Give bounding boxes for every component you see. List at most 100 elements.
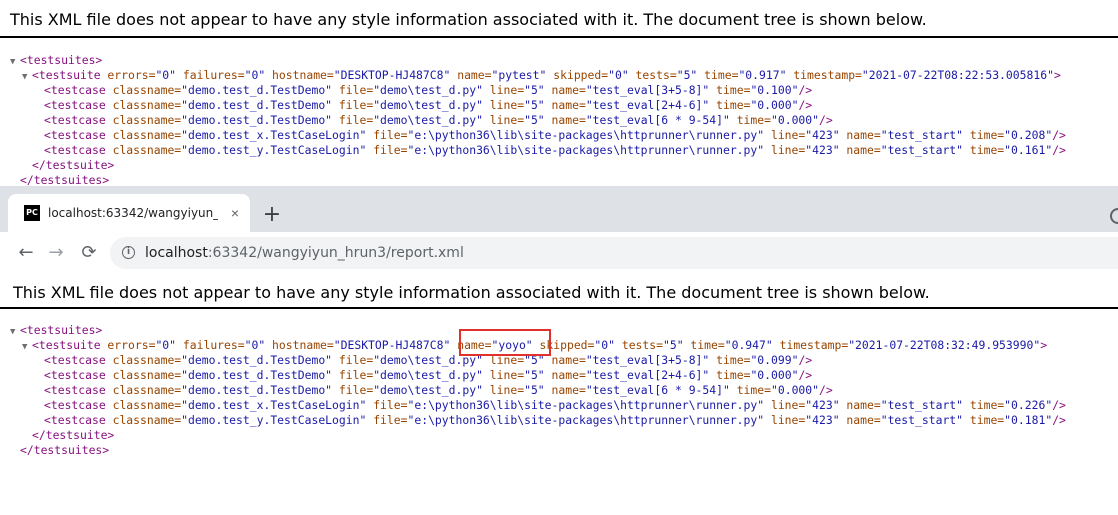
xml-attr-name: line= <box>482 383 525 397</box>
xml-attr-name: name= <box>839 398 881 412</box>
xml-attr-value: "demo\test_d.py" <box>373 383 483 397</box>
xml-attr-name: classname= <box>105 368 182 382</box>
xml-attr-value: "demo.test_d.TestDemo" <box>181 113 333 127</box>
xml-attr-value: "demo.test_d.TestDemo" <box>181 98 333 112</box>
xml-tag: <testcase <box>44 113 106 127</box>
collapse-arrow-icon[interactable]: ▼ <box>22 340 32 355</box>
xml-attr-value: "2021-07-22T08:22:53.005816" <box>861 68 1054 82</box>
xml-attr-value: "demo.test_y.TestCaseLogin" <box>181 413 367 427</box>
xml-attr-name: time= <box>709 98 751 112</box>
xml-attr-value: "0.947" <box>724 338 773 352</box>
xml-attr-name: name= <box>544 83 586 97</box>
xml-attr-name: hostname= <box>265 68 334 82</box>
xml-attr-value: "0.181" <box>1004 413 1053 427</box>
xml-style-notice: This XML file does not appear to have an… <box>13 283 930 302</box>
xml-viewer-top: This XML file does not appear to have an… <box>0 0 1118 188</box>
xml-tag: <testcase <box>44 143 106 157</box>
xml-tree: ▼ <testsuites> ▼ <testsuite errors="0" fail… <box>0 38 1118 188</box>
xml-attr-value: "0.208" <box>1004 128 1053 142</box>
xml-attr-value: "423" <box>805 128 840 142</box>
browser-window-chrome: PC localhost:63342/wangyiyun_hrun3/repor… <box>0 186 1118 275</box>
xml-attr-name: hostname= <box>265 338 334 352</box>
xml-line: ▼ <testsuites> <box>0 53 1118 68</box>
window-control-icon[interactable] <box>1110 208 1118 224</box>
xml-attr-value: "0.161" <box>1004 143 1053 157</box>
browser-tab[interactable]: PC localhost:63342/wangyiyun_hrun3/repor… <box>8 194 250 232</box>
reload-button[interactable]: ⟳ <box>77 241 101 265</box>
xml-tag: <testcase <box>44 368 106 382</box>
xml-attr-value: "5" <box>524 98 545 112</box>
xml-attr-name: skipped= <box>546 68 609 82</box>
xml-line: <testcase classname="demo.test_x.TestCas… <box>0 398 1118 413</box>
xml-attr-value: "e:\python36\lib\site-packages\httprunne… <box>407 398 765 412</box>
xml-attr-name: time= <box>709 353 751 367</box>
xml-attr-name: file= <box>366 398 408 412</box>
xml-attr-value: "423" <box>805 398 840 412</box>
xml-tag: <testcase <box>44 413 106 427</box>
collapse-arrow-icon[interactable]: ▼ <box>10 325 20 340</box>
xml-line: <testcase classname="demo.test_d.TestDem… <box>0 353 1118 368</box>
xml-line: </testsuite> <box>0 158 1118 173</box>
xml-attr-value: "test_start" <box>880 143 964 157</box>
xml-attr-name: errors= <box>100 338 156 352</box>
xml-attr-name: name= <box>839 143 881 157</box>
xml-line: ▼ <testsuite errors="0" failures="0" host… <box>0 338 1118 353</box>
xml-attr-name: name= <box>839 413 881 427</box>
xml-attr-value: "demo.test_x.TestCaseLogin" <box>181 128 367 142</box>
xml-attr-value: "demo\test_d.py" <box>373 113 483 127</box>
xml-attr-value: "demo.test_x.TestCaseLogin" <box>181 398 367 412</box>
xml-tag: </testsuites> <box>20 443 110 457</box>
xml-attr-value: "test_eval[2+4-6]" <box>585 368 710 382</box>
xml-tag: /> <box>798 368 813 382</box>
collapse-arrow-icon[interactable]: ▼ <box>22 70 32 85</box>
back-button[interactable]: ← <box>14 241 38 265</box>
xml-attr-value: "e:\python36\lib\site-packages\httprunne… <box>407 413 765 427</box>
site-info-icon[interactable]: i <box>122 246 135 259</box>
xml-attr-name: errors= <box>100 68 156 82</box>
xml-attr-value: "0.100" <box>750 83 799 97</box>
forward-button[interactable]: → <box>44 241 68 265</box>
xml-attr-value: "0.000" <box>771 113 820 127</box>
xml-line: ▼ <testsuites> <box>0 323 1118 338</box>
xml-attr-name: time= <box>963 413 1005 427</box>
xml-line: <testcase classname="demo.test_d.TestDem… <box>0 98 1118 113</box>
xml-attr-name: name= <box>544 113 586 127</box>
xml-attr-value: "0" <box>155 68 177 82</box>
xml-attr-value: "0.917" <box>738 68 787 82</box>
xml-line: <testcase classname="demo.test_d.TestDem… <box>0 83 1118 98</box>
xml-attr-name: classname= <box>105 143 182 157</box>
new-tab-button[interactable]: + <box>258 203 286 231</box>
xml-attr-name: time= <box>963 398 1005 412</box>
xml-line: </testsuites> <box>0 443 1118 458</box>
xml-attr-name: time= <box>709 368 751 382</box>
xml-tag: <testsuite <box>32 338 101 352</box>
xml-attr-value: "5" <box>524 353 545 367</box>
xml-line: ▼ <testsuite errors="0" failures="0" host… <box>0 68 1118 83</box>
xml-tag: <testsuites> <box>20 53 103 67</box>
xml-attr-value: "5" <box>524 368 545 382</box>
xml-attr-name: name= <box>544 368 586 382</box>
xml-attr-value: "0.226" <box>1004 398 1053 412</box>
xml-line: <testcase classname="demo.test_y.TestCas… <box>0 413 1118 428</box>
xml-tag: </testsuite> <box>32 158 115 172</box>
collapse-arrow-icon[interactable]: ▼ <box>10 55 20 70</box>
xml-tag: <testcase <box>44 383 106 397</box>
xml-attr-name: classname= <box>105 98 182 112</box>
xml-tag: <testsuites> <box>20 323 103 337</box>
xml-attr-name: classname= <box>105 83 182 97</box>
xml-attr-name: tests= <box>614 338 663 352</box>
xml-attr-value: "e:\python36\lib\site-packages\httprunne… <box>407 128 765 142</box>
address-bar[interactable]: i localhost:63342/wangyiyun_hrun3/report… <box>110 237 1118 269</box>
xml-tag: > <box>1040 338 1048 352</box>
xml-line: <testcase classname="demo.test_d.TestDem… <box>0 383 1118 398</box>
xml-attr-name: time= <box>963 143 1005 157</box>
url-text[interactable]: localhost:63342/wangyiyun_hrun3/report.x… <box>145 244 464 262</box>
xml-attr-name: failures= <box>176 338 245 352</box>
tab-title: localhost:63342/wangyiyun_hrun3/report.x… <box>48 206 218 220</box>
xml-attr-value: "test_eval[6 * 9-54]" <box>585 113 730 127</box>
xml-attr-value: "0.000" <box>750 98 799 112</box>
xml-tag: /> <box>1052 398 1066 412</box>
xml-attr-name: file= <box>366 143 408 157</box>
xml-attr-value: "test_start" <box>880 413 964 427</box>
close-tab-icon[interactable]: × <box>226 204 244 222</box>
